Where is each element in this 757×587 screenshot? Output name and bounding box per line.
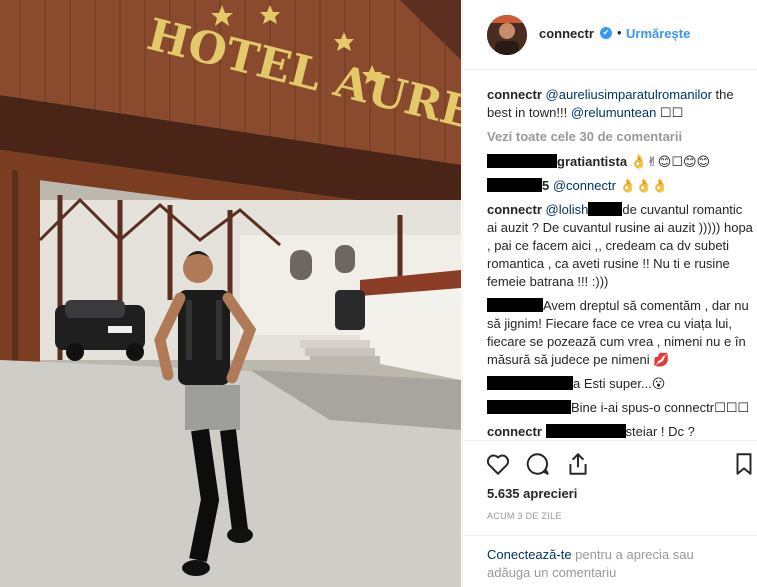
mention-link[interactable]: @lolish [546,202,589,217]
redacted-block [487,298,543,312]
comment-user[interactable]: connectr [487,424,542,439]
comment-text: ☐☐ [656,105,684,120]
post-sidebar: connectr ✔ • Urmărește connectr @aureliu… [462,0,757,587]
verified-badge-icon: ✔ [600,27,612,39]
mention-link[interactable]: @connectr [553,178,616,193]
separator-dot: • [617,25,622,40]
comment-item: 5 @connectr 👌👌👌 [487,177,755,195]
mention-link[interactable]: @aureliusimparatulromanilor [546,87,712,102]
mention-link[interactable]: @relumuntean [571,105,656,120]
comment-user-tail: gratiantista [557,154,628,169]
comment-text: Bine i-ai spus-o connectr☐☐☐ [571,400,750,415]
comment-item: connectr @lolish de cuvantul romantic ai … [487,201,755,291]
share-icon[interactable] [565,451,591,477]
caption: connectr @aureliusimparatulromanilor the… [487,86,755,122]
post-photo[interactable]: HOTEL AURELIUS [0,0,461,587]
login-link[interactable]: Conectează-te [487,547,572,562]
comments-list: connectr @aureliusimparatulromanilor the… [487,86,755,447]
comment-text: a Esti super...😮 [573,376,666,391]
comment-icon[interactable] [525,451,551,477]
redacted-block [487,376,573,390]
comment-text: 👌✌😊☐😊😊 [627,154,711,169]
post-actions: 5.635 aprecieri ACUM 3 DE ZILE Conecteaz… [463,440,757,587]
comment-user[interactable]: 5 [487,178,549,193]
likes-count[interactable]: 5.635 aprecieri [487,486,577,501]
comment-item: Bine i-ai spus-o connectr☐☐☐ [487,399,755,417]
comment-item: a Esti super...😮 [487,375,755,393]
post-header: connectr ✔ • Urmărește [463,0,757,70]
avatar[interactable] [487,15,527,55]
follow-button[interactable]: Urmărește [626,26,690,41]
bookmark-icon[interactable] [731,451,757,477]
comment-user[interactable]: connectr [487,87,542,102]
comment-item: gratiantista 👌✌😊☐😊😊 [487,153,755,171]
username-link[interactable]: connectr [539,26,594,41]
photo-scene: HOTEL AURELIUS [0,0,461,587]
view-all-comments-link[interactable]: Vezi toate cele 30 de comentarii [487,128,755,146]
comment-user[interactable]: connectr [487,202,542,217]
comment-user-tail: 5 [542,178,550,193]
redacted-block [588,202,623,216]
redacted-block [487,400,571,414]
comment-text: 👌👌👌 [615,178,669,193]
comment-item: connectr steiar ! Dc ? [487,423,755,441]
redacted-block [487,154,557,168]
redacted-block [545,424,626,438]
comment-user[interactable]: gratiantista [487,154,627,169]
login-prompt: Conectează-te pentru a aprecia sau adăug… [463,535,757,582]
comment-item: Avem dreptul să comentăm , dar nu să jig… [487,297,755,369]
heart-icon[interactable] [485,451,511,477]
post-date[interactable]: ACUM 3 DE ZILE [487,511,562,521]
redacted-block [487,178,542,192]
comment-text: steiar ! Dc ? [625,424,695,439]
